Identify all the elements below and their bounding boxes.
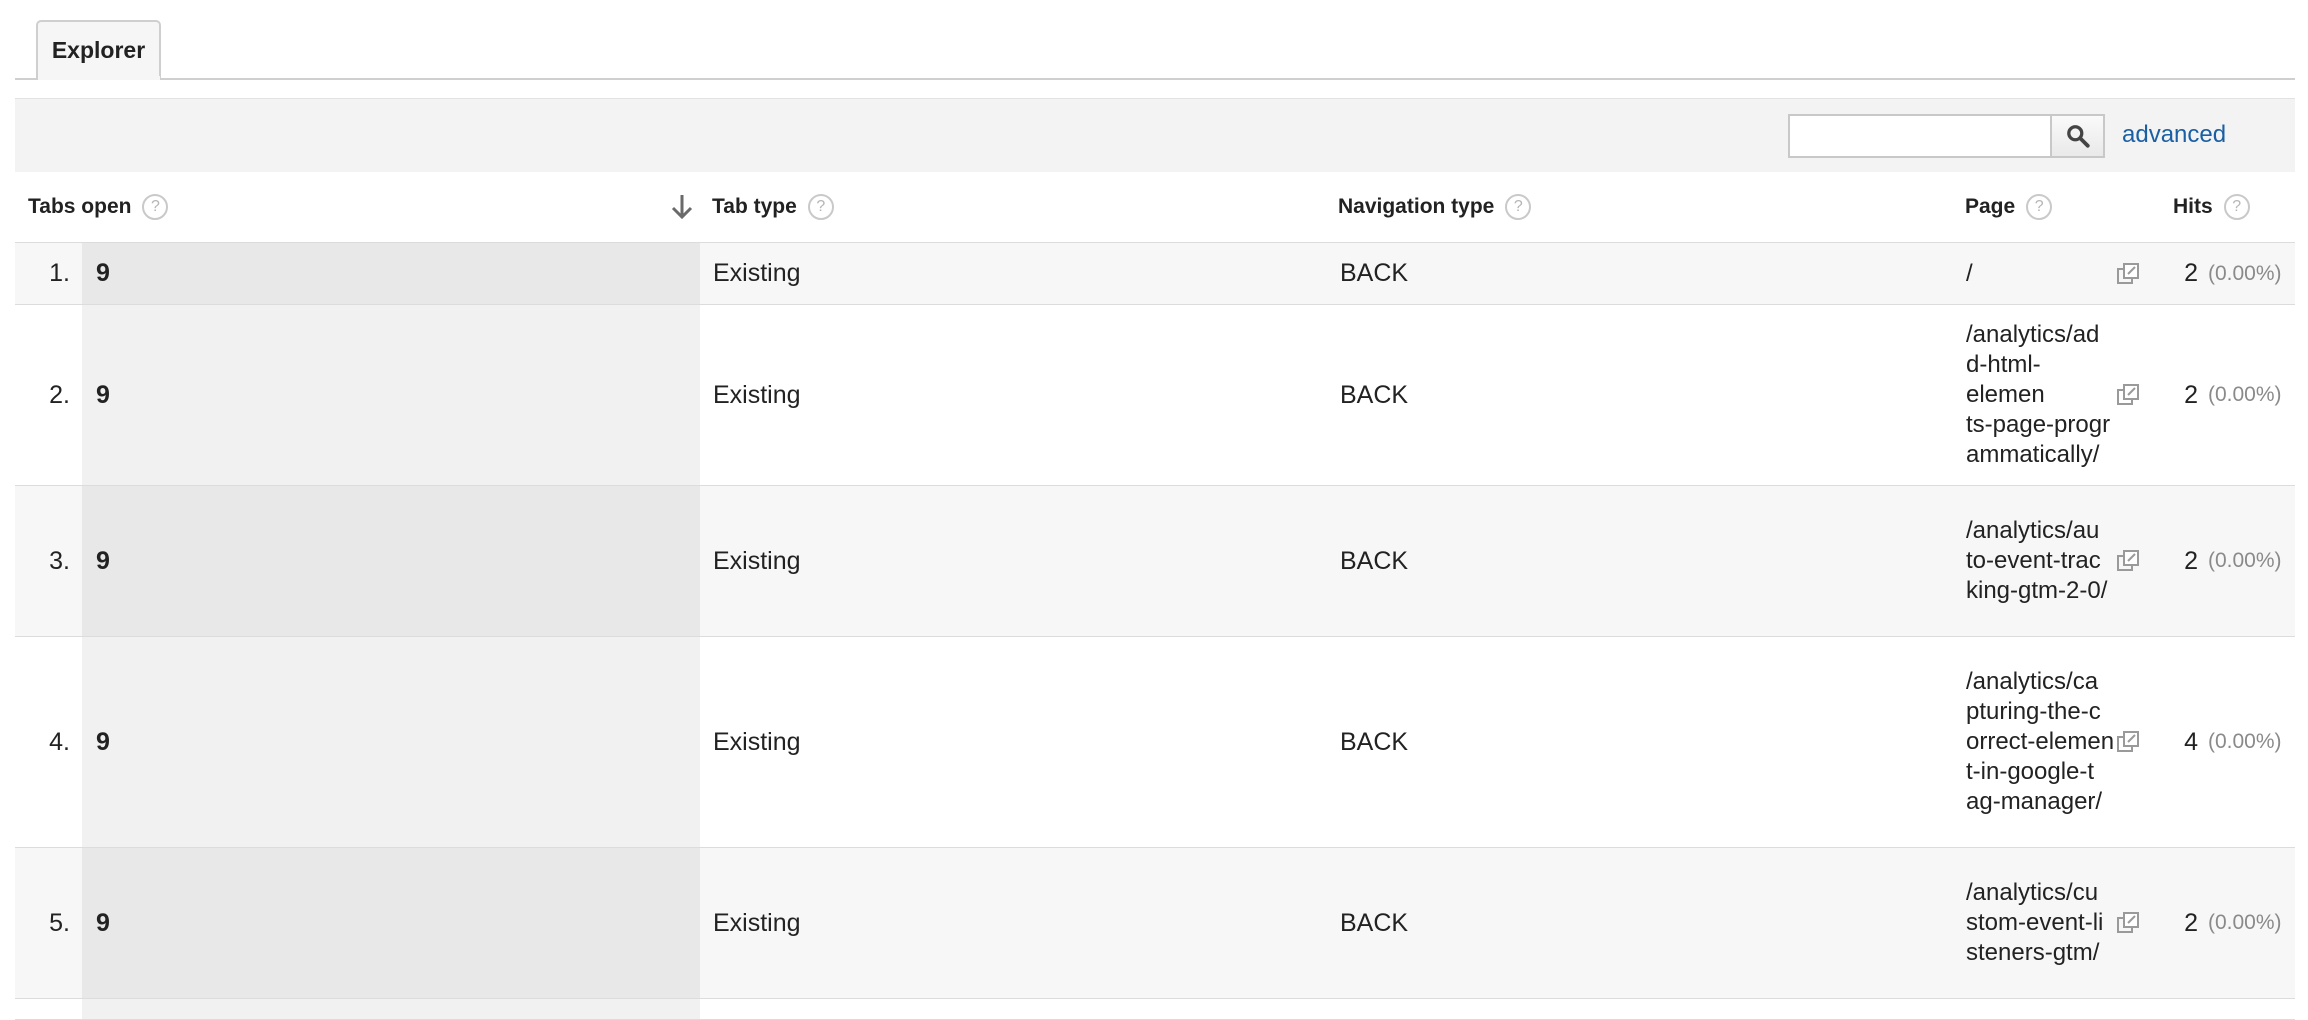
navigation-type-value: BACK — [1340, 259, 1409, 287]
tab-bar: Explorer — [15, 0, 2295, 80]
hits-value: 2 — [2184, 908, 2198, 937]
search-icon — [2066, 125, 2090, 148]
table-row: 1. 9 Existing BACK / 2 (0.00%) — [15, 243, 2295, 305]
hits-value: 2 — [2184, 259, 2198, 287]
tabs-open-value: 9 — [82, 637, 700, 847]
column-label: Tabs open — [28, 195, 132, 218]
tabs-open-value: 9 — [82, 848, 700, 998]
table-toolbar: advanced — [15, 98, 2295, 174]
help-icon[interactable]: ? — [1505, 194, 1532, 220]
help-icon[interactable]: ? — [2026, 194, 2053, 220]
sort-descending-icon[interactable] — [667, 192, 697, 222]
hits-percent: (0.00%) — [2208, 549, 2282, 572]
tab-explorer[interactable]: Explorer — [36, 20, 161, 78]
table-row: 4. 9 Existing BACK /analytics/ca pturing… — [15, 637, 2295, 848]
hits-value: 2 — [2184, 380, 2198, 409]
tab-type-value: Existing — [713, 259, 801, 287]
navigation-type-value: BACK — [1340, 908, 1409, 937]
table-row: 5. 9 Existing BACK /analytics/cu stom-ev… — [15, 848, 2295, 999]
page-value: /analytics/au to-event-trac king-gtm-2-0… — [1966, 517, 2108, 604]
row-rank: 2. — [49, 380, 70, 409]
hits-percent: (0.00%) — [2208, 261, 2282, 285]
column-label: Tab type — [712, 195, 797, 218]
column-header-page[interactable]: Page ? — [1965, 172, 2053, 242]
open-page-icon[interactable] — [2114, 848, 2142, 998]
table-row: 2. 9 Existing BACK /analytics/ad d-html-… — [15, 305, 2295, 486]
open-page-icon[interactable] — [2114, 243, 2142, 304]
tab-type-value: Existing — [713, 908, 801, 937]
column-header-hits[interactable]: Hits ? — [2173, 172, 2250, 242]
tabs-open-value: 9 — [82, 486, 700, 636]
navigation-type-value: BACK — [1340, 380, 1409, 409]
page-value: /analytics/ad d-html-elemen ts-page-prog… — [1966, 321, 2111, 468]
row-rank: 3. — [49, 546, 70, 575]
hits-value: 4 — [2184, 727, 2198, 756]
table-row — [15, 999, 2295, 1020]
help-icon[interactable]: ? — [807, 194, 834, 220]
hits-percent: (0.00%) — [2208, 730, 2282, 753]
hits-percent: (0.00%) — [2208, 383, 2282, 406]
help-icon[interactable]: ? — [142, 194, 169, 220]
page-value: /analytics/ca pturing-the-c orrect-eleme… — [1966, 668, 2115, 815]
explorer-table: Tabs open ? Tab type ? Navigation type ?… — [15, 172, 2295, 1020]
help-icon[interactable]: ? — [2223, 194, 2250, 220]
hits-value: 2 — [2184, 546, 2198, 575]
column-label: Page — [1965, 195, 2016, 218]
column-label: Hits — [2173, 195, 2213, 218]
page-value: / — [1966, 259, 1973, 287]
tab-type-value: Existing — [713, 546, 801, 575]
row-rank: 5. — [49, 908, 70, 937]
navigation-type-value: BACK — [1340, 546, 1409, 575]
page-value: /analytics/cu stom-event-li steners-gtm/ — [1966, 879, 2104, 966]
column-header-tab-type[interactable]: Tab type ? — [712, 172, 834, 242]
column-header-navigation-type[interactable]: Navigation type ? — [1338, 172, 1532, 242]
column-label: Navigation type — [1338, 195, 1495, 218]
advanced-search-link[interactable]: advanced — [2122, 121, 2226, 149]
tab-type-value: Existing — [713, 727, 801, 756]
open-page-icon[interactable] — [2114, 486, 2142, 636]
table-row: 3. 9 Existing BACK /analytics/au to-even… — [15, 486, 2295, 637]
open-page-icon[interactable] — [2114, 637, 2142, 847]
hits-percent: (0.00%) — [2208, 911, 2282, 934]
tabs-open-value — [82, 999, 700, 1019]
search-button[interactable] — [2051, 114, 2105, 158]
column-header-tabs-open[interactable]: Tabs open ? — [28, 172, 169, 242]
tabs-open-value: 9 — [82, 243, 700, 304]
search-input[interactable] — [1788, 114, 2052, 158]
tabs-open-value: 9 — [82, 305, 700, 485]
navigation-type-value: BACK — [1340, 727, 1409, 756]
open-page-icon[interactable] — [2114, 305, 2142, 485]
tab-type-value: Existing — [713, 380, 801, 409]
row-rank: 1. — [49, 259, 70, 287]
active-tab-indicator — [38, 76, 160, 80]
table-header: Tabs open ? Tab type ? Navigation type ?… — [15, 172, 2295, 243]
row-rank: 4. — [49, 727, 70, 756]
